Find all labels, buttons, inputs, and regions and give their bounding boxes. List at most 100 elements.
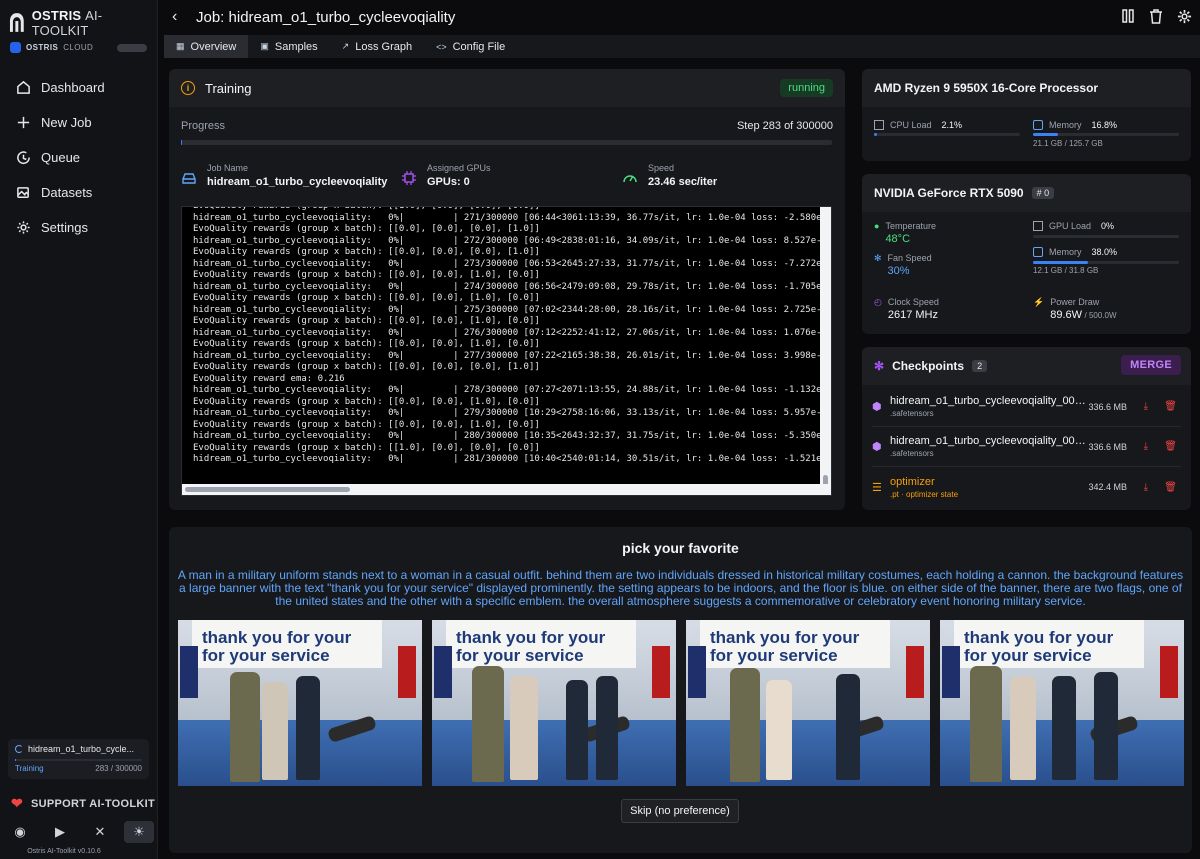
download-icon[interactable]: ⤓ [1144, 482, 1148, 493]
sample-image-option[interactable]: thank you for your for your service [686, 620, 930, 786]
trash-icon[interactable] [1148, 8, 1164, 24]
image-flag [434, 646, 452, 698]
sample-image-option[interactable]: thank you for your for your service [432, 620, 676, 786]
queue-icon [17, 151, 30, 164]
cpu-name: AMD Ryzen 9 5950X 16-Core Processor [862, 69, 1191, 107]
cube-icon: ⬢ [872, 441, 882, 453]
checkpoint-item-optimizer[interactable]: ☰ optimizer .pt · optimizer state 342.4 M… [872, 467, 1181, 507]
gpu-load: GPU Load 0% [1033, 221, 1114, 231]
log-horizontal-scrollbar[interactable] [182, 484, 831, 495]
checkpoints-title: Checkpoints [892, 359, 965, 373]
nav-new-job[interactable]: New Job [0, 105, 158, 140]
training-log-console[interactable]: EvoQuality rewards (group x batch): [[1.… [181, 206, 832, 496]
pause-icon[interactable] [1120, 8, 1136, 24]
checkpoint-item[interactable]: ⬢ hidream_o1_turbo_cycleevoqiality_0000.… [872, 387, 1181, 427]
merge-button[interactable]: MERGE [1121, 355, 1181, 375]
image-person [836, 674, 860, 780]
sample-image-option[interactable]: thank you for your for your service [178, 620, 422, 786]
cloud-selector[interactable]: OSTRIS CLOUD [10, 42, 93, 53]
theme-toggle-icon[interactable]: ☀ [124, 821, 154, 843]
log-vertical-scrollbar[interactable] [820, 207, 831, 495]
checkpoints-header: ✻ Checkpoints 2 MERGE [862, 347, 1191, 385]
trash-icon[interactable]: 🗑 [1164, 401, 1177, 412]
metric-value: 2.1% [941, 120, 963, 130]
sidebar-active-job[interactable]: hidream_o1_turbo_cycle... Training 283 / … [8, 739, 149, 779]
download-icon[interactable]: ⤓ [1144, 441, 1148, 452]
checkpoint-name: hidream_o1_turbo_cycleevoqiality_0000... [890, 435, 1088, 447]
drive-icon [182, 173, 196, 184]
gpu-temperature: ● Temperature 48°C [874, 221, 936, 245]
stat-speed: Speed 23.46 sec/iter [622, 163, 717, 188]
active-job-count: 283 / 300000 [95, 764, 142, 773]
home-icon [17, 80, 30, 94]
nav-dashboard[interactable]: Dashboard [0, 70, 158, 105]
stat-value: 23.46 sec/iter [648, 176, 718, 188]
image-flag [180, 646, 198, 698]
image-person [566, 680, 588, 780]
trash-icon[interactable]: 🗑 [1164, 441, 1177, 452]
youtube-icon[interactable]: ▶ [40, 821, 80, 843]
nav-settings[interactable]: Settings [0, 210, 158, 245]
app-root: OSTRIS AI-TOOLKIT OSTRIS CLOUD Dashboard… [0, 0, 1200, 859]
gear-icon [17, 221, 30, 234]
cloud-sub-label: CLOUD [63, 43, 94, 52]
gauge-icon [623, 175, 637, 183]
metric-label: Temperature [885, 221, 936, 231]
download-icon[interactable]: ⤓ [1144, 401, 1148, 412]
metric-label: Fan Speed [887, 253, 932, 263]
image-icon: ▣ [260, 41, 269, 51]
cpu-load: CPU Load 2.1% [874, 120, 962, 130]
job-actions [1120, 8, 1192, 24]
checkpoint-ext: .safetensors [890, 449, 934, 458]
x-icon[interactable]: ✕ [80, 821, 120, 843]
cloud-status-pill [117, 44, 147, 52]
metric-value: 38.0% [1091, 247, 1118, 257]
brand[interactable]: OSTRIS AI-TOOLKIT [8, 8, 157, 38]
nav-datasets[interactable]: Datasets [0, 175, 158, 210]
cpu-icon [874, 120, 884, 130]
chip-icon [1033, 221, 1043, 231]
stat-label: Speed [648, 163, 675, 173]
support-link[interactable]: ❤ SUPPORT AI-TOOLKIT [11, 795, 155, 812]
checkpoints-count: 2 [972, 360, 988, 372]
log-text: EvoQuality rewards (group x batch): [[1.… [193, 206, 821, 464]
image-person [510, 676, 538, 780]
tab-samples[interactable]: ▣ Samples [248, 35, 329, 58]
gpu-memory-bar [1033, 261, 1179, 264]
checkpoint-ext: .safetensors [890, 409, 934, 418]
tab-loss-graph[interactable]: ↗ Loss Graph [330, 35, 424, 58]
gpu-fan: ✻ Fan Speed 30% [874, 253, 932, 277]
nav-queue[interactable]: Queue [0, 140, 158, 175]
checkpoint-size: 342.4 MB [1088, 482, 1127, 492]
tab-config-file[interactable]: <> Config File [424, 35, 517, 58]
image-person [596, 676, 618, 780]
memory-icon [1033, 120, 1043, 130]
metric-value: 2617 MHz [887, 309, 938, 321]
tab-label: Loss Graph [355, 40, 413, 53]
cloud-label: OSTRIS [26, 43, 59, 52]
banner-text: for your service [964, 646, 1092, 665]
gear-icon[interactable] [1176, 8, 1192, 24]
version-label: Ostris AI-Toolkit v0.10.6 [27, 848, 101, 855]
skip-button[interactable]: Skip (no preference) [621, 799, 739, 823]
sample-image-option[interactable]: thank you for your for your service [940, 620, 1184, 786]
tab-overview[interactable]: ▦ Overview [164, 35, 249, 58]
info-icon: i [181, 81, 195, 95]
metric-value: 0% [1101, 221, 1115, 231]
heart-icon: ❤ [11, 795, 24, 811]
plus-icon [17, 116, 30, 129]
nav-label: Dashboard [41, 80, 105, 95]
metric-label: Memory [1049, 247, 1082, 257]
image-person [262, 682, 288, 780]
back-icon[interactable]: ‹ [172, 8, 190, 26]
sample-prompt: A man in a military uniform stands next … [177, 568, 1184, 608]
stat-gpus: Assigned GPUs GPUs: 0 [401, 163, 491, 188]
checkpoint-name: hidream_o1_turbo_cycleevoqiality_0000... [890, 395, 1088, 407]
image-floor [686, 720, 930, 786]
checkpoint-item[interactable]: ⬢ hidream_o1_turbo_cycleevoqiality_0000.… [872, 427, 1181, 467]
active-job-name: hidream_o1_turbo_cycle... [28, 744, 135, 754]
metric-value: 30% [887, 265, 910, 277]
banner-text: for your service [710, 646, 838, 665]
discord-icon[interactable]: ◉ [0, 821, 40, 843]
trash-icon[interactable]: 🗑 [1164, 482, 1177, 493]
